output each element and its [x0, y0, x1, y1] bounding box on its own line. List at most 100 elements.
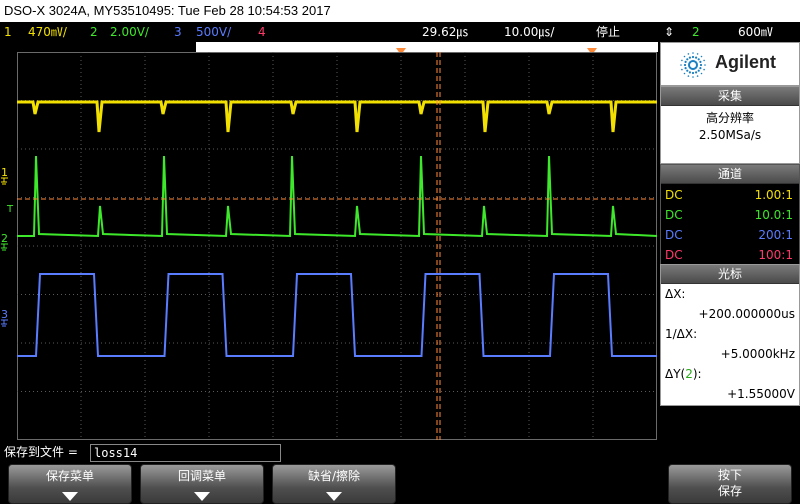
logo-dot — [700, 72, 703, 75]
logo-dot — [699, 67, 702, 70]
run-state[interactable]: 停止 — [596, 22, 620, 42]
logo-dot — [697, 58, 700, 61]
logo-dot — [691, 71, 695, 75]
acquisition-box[interactable]: 采集 高分辨率 2.50MSa/s — [660, 86, 800, 164]
logo-dot — [687, 53, 690, 55]
starburst-icon — [680, 52, 706, 78]
waveform-graticule[interactable] — [17, 52, 658, 440]
down-arrow-icon — [326, 492, 342, 501]
inverse-delta-x-value: +5.0000kHz — [720, 347, 795, 361]
probe-ratio: 100:1 — [758, 248, 793, 262]
coupling: DC — [665, 248, 683, 262]
default-erase-label: 缺省/擦除 — [307, 469, 361, 483]
brand-box: Agilent — [660, 42, 800, 86]
channel-row-3[interactable]: DC 200:1 — [665, 225, 795, 245]
logo-dot — [704, 64, 706, 66]
logo-dot — [681, 68, 683, 71]
cursor-header: 光标 — [661, 265, 799, 284]
delta-y-prefix: ΔY( — [665, 367, 686, 381]
logo-dot — [703, 59, 705, 62]
delta-y-suffix: ): — [692, 367, 702, 381]
ch3-ground-marker[interactable]: 3 — [1, 308, 8, 321]
logo-dot — [700, 55, 703, 58]
coupling: DC — [665, 188, 683, 202]
trigger-level[interactable]: 600㎷ — [738, 22, 773, 42]
channel-row-1[interactable]: DC 1.00:1 — [665, 185, 795, 205]
save-menu-button[interactable]: 保存菜单 — [8, 464, 132, 504]
logo-dot — [684, 67, 687, 70]
logo-dot — [695, 62, 698, 65]
side-panel: Agilent 采集 高分辨率 2.50MSa/s 通道 DC 1.00:1 D… — [660, 42, 800, 440]
time-scale[interactable]: 10.00㎲/ — [504, 22, 554, 42]
ch2-ground-marker[interactable]: 2 — [1, 232, 8, 245]
recall-menu-label: 回调菜单 — [177, 469, 226, 483]
status-bar: 1 470㎷/ 2 2.00V/ 3 500V/ 4 29.62㎲ 10.00㎲… — [0, 22, 800, 42]
logo-dot — [683, 63, 687, 67]
time-position[interactable]: 29.62㎲ — [422, 22, 468, 42]
acquisition-mode: 高分辨率 — [705, 111, 754, 125]
delta-y-label: ΔY(2): — [665, 367, 702, 381]
ch2-scale[interactable]: 2.00V/ — [110, 22, 149, 42]
cursor-box[interactable]: 光标 ΔX: +200.000000us 1/ΔX: +5.0000kHz ΔY… — [660, 264, 800, 406]
ch4-number[interactable]: 4 — [258, 22, 266, 42]
recall-menu-button[interactable]: 回调菜单 — [140, 464, 264, 504]
sample-rate: 2.50MSa/s — [698, 128, 762, 142]
title-bar: DSO-X 3024A, MY53510495: Tue Feb 28 10:5… — [0, 0, 800, 22]
press-label: 按下 — [717, 468, 742, 482]
coupling: DC — [665, 228, 683, 242]
graticule-grid — [17, 52, 657, 440]
save-menu-label: 保存菜单 — [45, 469, 94, 483]
logo-dot — [695, 56, 698, 59]
logo-dot — [692, 76, 694, 78]
logo-dot — [699, 60, 702, 63]
brand-name: Agilent — [715, 52, 776, 72]
logo-dot — [695, 71, 698, 74]
trigger-level-marker[interactable]: T — [6, 204, 14, 215]
logo-dot — [684, 60, 687, 63]
ch1-number[interactable]: 1 — [4, 22, 12, 42]
waveform-display[interactable] — [17, 52, 658, 440]
channel-header: 通道 — [661, 165, 799, 184]
save-to-file-label: 保存到文件 = — [4, 445, 78, 459]
ch2-number[interactable]: 2 — [90, 22, 98, 42]
logo-dot — [683, 72, 686, 75]
logo-dot — [696, 53, 699, 55]
ch1-waveform — [17, 100, 657, 133]
probe-ratio: 1.00:1 — [754, 188, 793, 202]
delta-y-value: +1.55000V — [727, 387, 795, 401]
ch3-number[interactable]: 3 — [174, 22, 182, 42]
ch3-waveform — [17, 273, 657, 357]
acquisition-header: 采集 — [661, 87, 799, 106]
logo-dot — [699, 63, 703, 67]
logo-dot — [696, 75, 699, 77]
delta-x-label: ΔX: — [665, 287, 686, 301]
delta-y-channel: 2 — [685, 367, 693, 381]
probe-ratio: 200:1 — [758, 228, 793, 242]
ch1-scale[interactable]: 470㎷/ — [28, 22, 67, 42]
trigger-slope-icon: ⇕ — [664, 25, 675, 39]
file-name-field[interactable]: loss14 — [90, 444, 281, 462]
logo-dot — [697, 69, 700, 72]
channel-row-2[interactable]: DC 10.0:1 — [665, 205, 795, 225]
logo-dot — [688, 71, 691, 74]
logo-dot — [680, 64, 682, 66]
inverse-delta-x-label: 1/ΔX: — [665, 327, 698, 341]
default-erase-button[interactable]: 缺省/擦除 — [272, 464, 396, 504]
trigger-channel[interactable]: 2 — [692, 22, 700, 42]
logo-dot — [691, 55, 695, 59]
coupling: DC — [665, 208, 683, 222]
file-bar: 保存到文件 = loss14 — [0, 442, 800, 462]
timebase-indicator-band — [196, 42, 658, 55]
probe-ratio: 10.0:1 — [754, 208, 793, 222]
delta-x-value: +200.000000us — [698, 307, 795, 321]
logo-dot — [686, 58, 689, 61]
press-to-save-button[interactable]: 按下 保存 — [668, 464, 792, 504]
logo-dot — [688, 56, 691, 59]
logo-dot — [686, 69, 689, 72]
ch1-ground-marker[interactable]: 1 — [1, 166, 8, 179]
down-arrow-icon — [194, 492, 210, 501]
ch3-scale[interactable]: 500V/ — [196, 22, 231, 42]
logo-dot — [687, 75, 690, 77]
logo-dot — [683, 55, 686, 58]
channel-row-4[interactable]: DC 100:1 — [665, 245, 795, 265]
